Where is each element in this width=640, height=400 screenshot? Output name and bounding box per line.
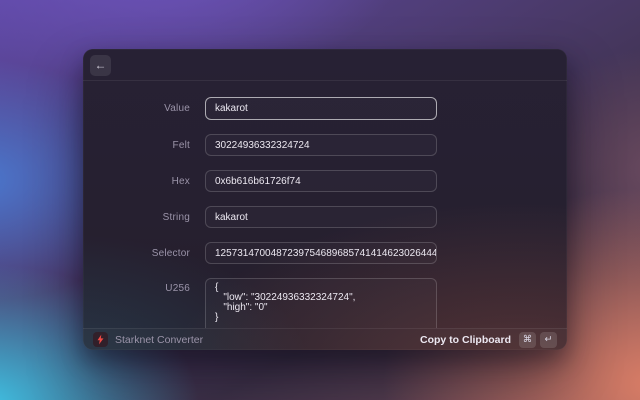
form-row-hex: Hex 0x6b616b61726f74 bbox=[83, 170, 567, 192]
form-row-u256: U256 { "low": "30224936332324724", "high… bbox=[83, 278, 567, 328]
form-body: Value kakarot Felt 30224936332324724 Hex… bbox=[83, 81, 567, 328]
value-input[interactable]: kakarot bbox=[205, 97, 437, 120]
selector-input[interactable]: 1257314700487239754689685741414623026444… bbox=[205, 242, 437, 264]
action-bar: Starknet Converter Copy to Clipboard ⌘ ↵ bbox=[83, 328, 567, 350]
copy-to-clipboard-button[interactable]: Copy to Clipboard bbox=[420, 334, 511, 346]
arrow-left-icon: ← bbox=[94, 58, 107, 72]
form-row-value: Value kakarot bbox=[83, 97, 567, 120]
value-label: Value bbox=[164, 103, 190, 114]
starknet-converter-window: ← Value kakarot Felt 30224936332324724 H… bbox=[83, 49, 567, 350]
string-label: String bbox=[162, 211, 190, 223]
form-row-string: String kakarot bbox=[83, 206, 567, 228]
back-button[interactable]: ← bbox=[90, 55, 111, 76]
hex-input[interactable]: 0x6b616b61726f74 bbox=[205, 170, 437, 192]
window-header: ← bbox=[83, 49, 567, 81]
string-input[interactable]: kakarot bbox=[205, 206, 437, 228]
primary-action-group[interactable]: Copy to Clipboard ⌘ ↵ bbox=[420, 331, 557, 348]
return-key-icon: ↵ bbox=[540, 331, 557, 348]
form-row-felt: Felt 30224936332324724 bbox=[83, 134, 567, 156]
u256-label: U256 bbox=[165, 283, 190, 294]
form-row-selector: Selector 1257314700487239754689685741414… bbox=[83, 242, 567, 264]
desktop-background: { "window": { "header": { "back_icon": "… bbox=[0, 0, 640, 400]
lightning-icon bbox=[93, 332, 108, 347]
u256-textarea[interactable]: { "low": "30224936332324724", "high": "0… bbox=[205, 278, 437, 328]
command-key-icon: ⌘ bbox=[519, 331, 536, 348]
selector-label: Selector bbox=[151, 247, 190, 259]
app-title: Starknet Converter bbox=[115, 333, 204, 346]
felt-input[interactable]: 30224936332324724 bbox=[205, 134, 437, 156]
felt-label: Felt bbox=[172, 139, 190, 151]
hex-label: Hex bbox=[171, 175, 190, 187]
